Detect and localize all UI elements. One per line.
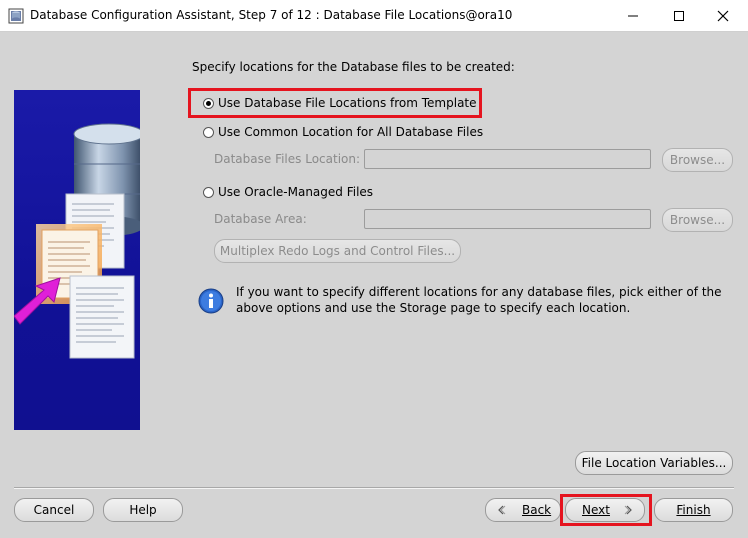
info-message: If you want to specify different locatio… xyxy=(236,285,722,315)
window-title: Database Configuration Assistant, Step 7… xyxy=(30,8,513,22)
radio-common-location[interactable]: Use Common Location for All Database Fil… xyxy=(203,125,483,139)
back-button[interactable]: Back xyxy=(485,498,561,522)
database-area-label: Database Area: xyxy=(214,212,307,226)
back-label: Back xyxy=(522,503,552,517)
file-location-variables-button[interactable]: File Location Variables... xyxy=(575,451,733,475)
wizard-banner-image xyxy=(14,90,140,430)
finish-label: Finish xyxy=(676,503,711,517)
database-files-location-label: Database Files Location: xyxy=(214,152,361,166)
browse-area-button[interactable]: Browse... xyxy=(662,208,733,232)
radio-label: Use Oracle-Managed Files xyxy=(218,185,374,199)
radio-indicator[interactable] xyxy=(203,186,214,198)
database-files-location-field[interactable] xyxy=(364,149,651,169)
cancel-button[interactable]: Cancel xyxy=(14,498,94,522)
close-icon xyxy=(717,10,729,22)
close-button[interactable] xyxy=(700,0,746,32)
maximize-button[interactable] xyxy=(656,0,702,32)
next-arrow-icon xyxy=(624,505,632,515)
next-label: Next xyxy=(582,503,610,517)
help-button[interactable]: Help xyxy=(103,498,183,522)
radio-label: Use Database File Locations from Templat… xyxy=(218,96,477,110)
radio-oracle-managed-files[interactable]: Use Oracle-Managed Files xyxy=(203,185,373,199)
next-button[interactable]: Next xyxy=(565,498,645,522)
minimize-button[interactable] xyxy=(610,0,656,32)
finish-button[interactable]: Finish xyxy=(654,498,733,522)
radio-use-template-locations[interactable]: Use Database File Locations from Templat… xyxy=(203,96,477,110)
info-icon xyxy=(198,288,224,314)
multiplex-redo-logs-button[interactable]: Multiplex Redo Logs and Control Files... xyxy=(214,239,461,263)
radio-indicator[interactable] xyxy=(203,126,214,138)
minimize-icon xyxy=(628,15,638,17)
footer-separator xyxy=(14,487,734,489)
radio-label: Use Common Location for All Database Fil… xyxy=(218,125,484,139)
maximize-icon xyxy=(674,11,684,21)
database-area-field[interactable] xyxy=(364,209,651,229)
back-arrow-icon xyxy=(498,505,506,515)
browse-location-button[interactable]: Browse... xyxy=(662,148,733,172)
page-heading: Specify locations for the Database files… xyxy=(192,60,515,74)
title-bar: Database Configuration Assistant, Step 7… xyxy=(0,0,748,32)
app-icon xyxy=(8,8,24,24)
radio-indicator[interactable] xyxy=(203,97,214,109)
database-files-illustration xyxy=(14,123,140,359)
dialog-body: Specify locations for the Database files… xyxy=(0,32,748,538)
